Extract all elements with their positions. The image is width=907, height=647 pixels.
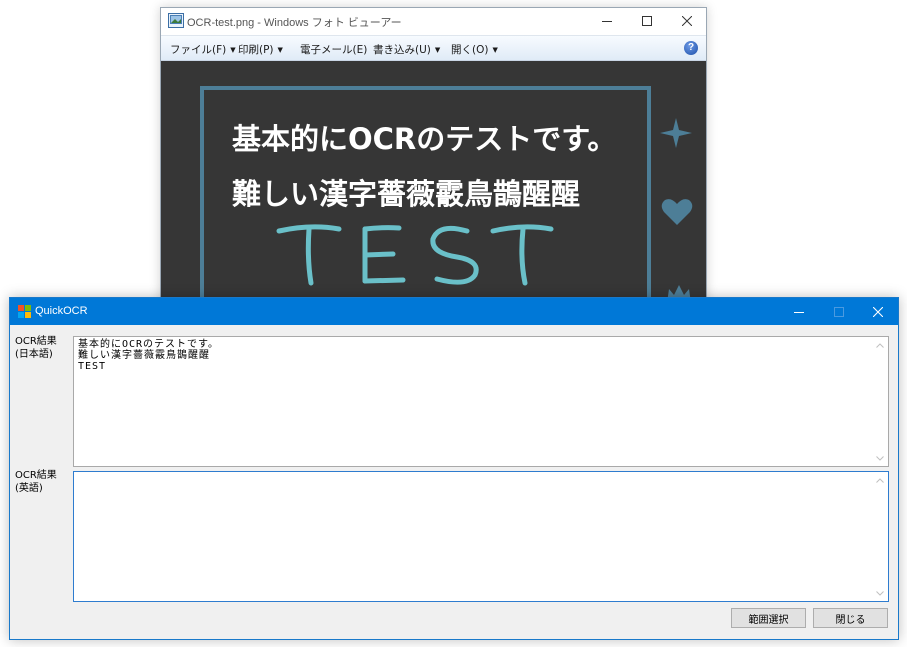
- jp-result-label-line2: (日本語): [15, 349, 53, 360]
- menu-email-label: 電子メール(E): [300, 44, 368, 56]
- close-icon: [873, 306, 883, 317]
- maximize-icon: [834, 306, 844, 317]
- photo-viewer-window: OCR-test.png - Windows フォト ビューアー ファイル(F)…: [160, 7, 707, 307]
- viewer-titlebar[interactable]: OCR-test.png - Windows フォト ビューアー: [161, 8, 706, 35]
- viewer-menubar: ファイル(F) ▼ 印刷(P) ▼ 電子メール(E) 書き込み(U) ▼ 開く(O) ▼…: [161, 35, 706, 61]
- jp-result-textarea[interactable]: 基本的にOCRのテストです。 難しい漢字薔薇霰鳥鵲醒醒 TEST: [73, 336, 889, 467]
- dropdown-arrow-icon: ▼: [434, 46, 441, 54]
- menu-burn[interactable]: 書き込み(U) ▼: [373, 42, 440, 57]
- close-icon: [682, 16, 692, 26]
- photo-display-area: 基本的にOCRのテストです。 難しい漢字薔薇霰鳥鵲醒醒: [161, 61, 706, 306]
- viewer-minimize-button[interactable]: [587, 8, 627, 34]
- dropdown-arrow-icon: ▼: [230, 46, 236, 54]
- heart-icon: [661, 199, 693, 225]
- viewer-maximize-button[interactable]: [627, 8, 667, 34]
- scroll-up-arrow-icon[interactable]: [872, 472, 888, 488]
- quickocr-titlebar[interactable]: QuickOCR: [10, 298, 898, 325]
- scroll-down-arrow-icon[interactable]: [872, 585, 888, 601]
- photo-text-line-2: 難しい漢字薔薇霰鳥鵲醒醒: [232, 177, 581, 211]
- viewer-close-button[interactable]: [667, 8, 707, 34]
- maximize-icon: [642, 16, 652, 26]
- handwritten-test-text: [276, 224, 554, 286]
- menu-open[interactable]: 開く(O) ▼: [451, 42, 498, 57]
- jp-result-label-line1: OCR結果: [15, 336, 57, 347]
- en-result-textarea[interactable]: [73, 471, 889, 602]
- minimize-icon: [602, 21, 612, 22]
- menu-print-label: 印刷(P): [238, 44, 274, 56]
- jp-result-label: OCR結果 (日本語): [15, 335, 57, 361]
- en-result-label: OCR結果 (英語): [15, 469, 57, 495]
- menu-file[interactable]: ファイル(F) ▼: [170, 42, 236, 57]
- close-button[interactable]: 閉じる: [813, 608, 888, 628]
- quickocr-maximize-button: [819, 298, 859, 325]
- minimize-icon: [794, 311, 804, 313]
- jp-result-text: 基本的にOCRのテストです。 難しい漢字薔薇霰鳥鵲醒醒 TEST: [78, 339, 220, 372]
- scroll-up-arrow-icon[interactable]: [872, 337, 888, 353]
- quickocr-window: QuickOCR OCR結果 (日本語) 基本的にOCRのテストです。 難しい漢…: [9, 297, 899, 640]
- sparkle-icon: [660, 118, 692, 148]
- en-result-label-line2: (英語): [15, 483, 43, 494]
- select-range-button[interactable]: 範囲選択: [731, 608, 806, 628]
- photo-viewer-app-icon: [168, 13, 184, 28]
- dropdown-arrow-icon: ▼: [277, 46, 283, 54]
- menu-file-label: ファイル(F): [170, 44, 227, 56]
- dropdown-arrow-icon: ▼: [492, 46, 498, 54]
- menu-open-label: 開く(O): [451, 44, 489, 56]
- quickocr-app-icon: [18, 305, 31, 318]
- menu-burn-label: 書き込み(U): [373, 44, 431, 56]
- photo-text-line-1: 基本的にOCRのテストです。: [232, 122, 617, 156]
- scroll-down-arrow-icon[interactable]: [872, 450, 888, 466]
- en-result-label-line1: OCR結果: [15, 470, 57, 481]
- menu-print[interactable]: 印刷(P) ▼: [238, 42, 283, 57]
- viewer-window-title: OCR-test.png - Windows フォト ビューアー: [187, 17, 402, 29]
- help-icon[interactable]: ?: [684, 41, 698, 55]
- en-result-scrollbar[interactable]: [872, 472, 888, 601]
- quickocr-close-button[interactable]: [858, 298, 898, 325]
- quickocr-minimize-button[interactable]: [779, 298, 819, 325]
- quickocr-window-title: QuickOCR: [35, 305, 88, 317]
- menu-email[interactable]: 電子メール(E): [300, 42, 367, 57]
- jp-result-scrollbar[interactable]: [872, 337, 888, 466]
